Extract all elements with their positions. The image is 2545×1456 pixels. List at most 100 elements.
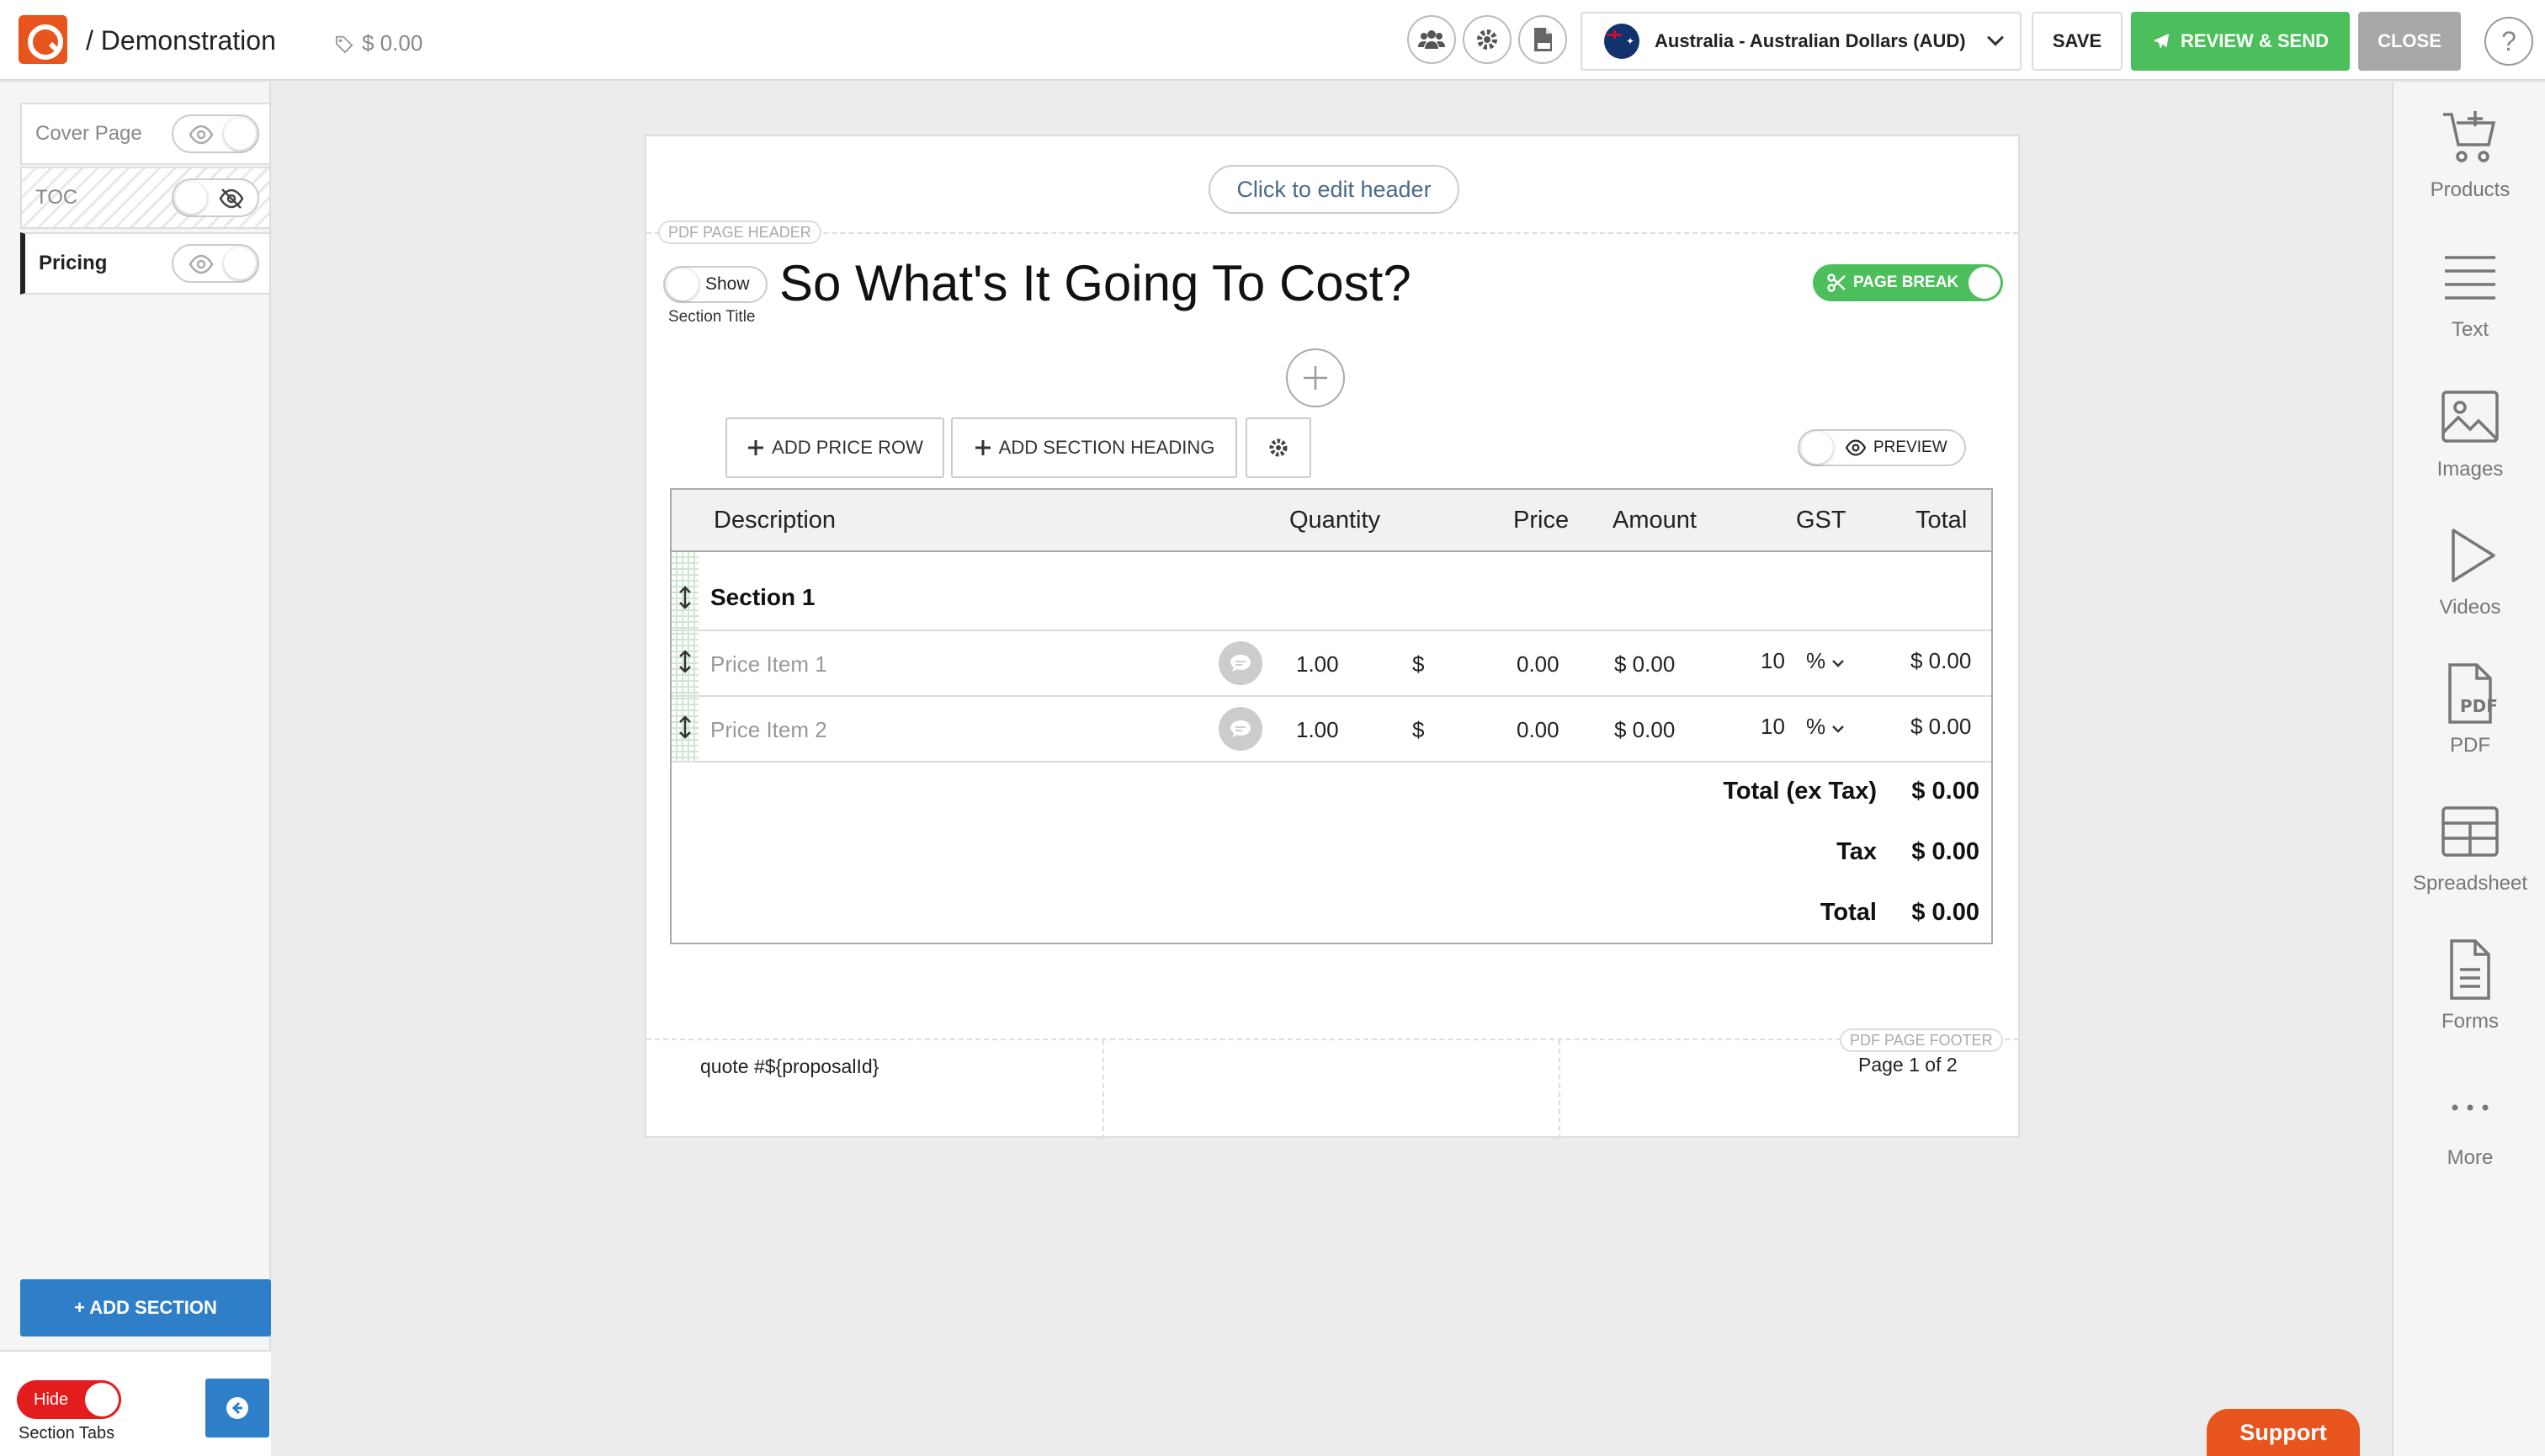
close-button[interactable]: CLOSE (2358, 12, 2461, 71)
tool-forms[interactable]: Forms (2394, 938, 2545, 1034)
tool-label: Forms (2441, 1010, 2499, 1033)
tool-pdf[interactable]: PDF PDF (2394, 662, 2545, 757)
pdf-export-button[interactable] (1518, 15, 1567, 64)
footer-column-divider (1559, 1040, 1560, 1140)
tool-text[interactable]: Text (2394, 246, 2545, 342)
table-row[interactable]: Price Item 1 1.00 $ 0.00 $ 0.00 10 % $ 0… (672, 631, 1991, 697)
gear-icon (1269, 438, 1288, 457)
tool-label: Spreadsheet (2412, 872, 2528, 895)
chevron-down-icon (1832, 660, 1845, 667)
item-price[interactable]: 0.00 (1517, 717, 1559, 743)
section-tabs-label: Section Tabs (19, 1424, 115, 1443)
section-tab-pricing[interactable]: Pricing (20, 232, 271, 295)
column-header-price: Price (1513, 507, 1570, 534)
add-price-row-label: ADD PRICE ROW (772, 437, 923, 458)
svg-text:PDF: PDF (2460, 696, 2498, 716)
preview-toggle[interactable]: PREVIEW (1798, 429, 1966, 466)
tool-videos[interactable]: Videos (2394, 523, 2545, 619)
add-section-button[interactable]: + ADD SECTION (20, 1279, 271, 1336)
item-description[interactable]: Price Item 1 (710, 651, 827, 678)
item-gst-rate[interactable]: 10 (1761, 714, 1785, 740)
section-tab-label: Cover Page (35, 122, 142, 145)
section-tabs-control: Hide Section Tabs (0, 1350, 271, 1456)
comment-button[interactable] (1219, 707, 1262, 751)
tool-images[interactable]: Images (2394, 385, 2545, 481)
tool-label: Text (2451, 318, 2489, 341)
item-amount: $ 0.00 (1614, 651, 1676, 677)
breadcrumb[interactable]: / Demonstration (86, 25, 276, 56)
header-divider (646, 232, 2018, 234)
page-break-toggle[interactable]: PAGE BREAK (1813, 264, 2003, 301)
support-button[interactable]: Support (2207, 1409, 2360, 1456)
section-heading[interactable]: So What's It Going To Cost? (779, 254, 1411, 312)
visibility-toggle[interactable] (172, 114, 259, 153)
pdf-file-icon: PDF (2448, 663, 2498, 724)
app-logo[interactable] (19, 15, 67, 64)
review-and-send-label: REVIEW & SEND (2180, 30, 2330, 51)
visibility-toggle[interactable] (172, 244, 259, 283)
add-section-heading-button[interactable]: ADD SECTION HEADING (951, 417, 1237, 478)
tool-label: Products (2430, 178, 2510, 201)
toggle-knob (224, 247, 256, 279)
currency-select[interactable]: Australia - Australian Dollars (AUD) (1581, 12, 2022, 71)
tool-more[interactable]: More (2394, 1074, 2545, 1170)
item-price[interactable]: 0.00 (1517, 651, 1559, 678)
chevron-down-icon (1987, 29, 2004, 46)
table-section-name[interactable]: Section 1 (710, 584, 815, 611)
drag-vertical-icon[interactable] (675, 650, 695, 673)
drag-vertical-icon[interactable] (675, 586, 695, 609)
toggle-knob (1801, 432, 1833, 464)
table-row[interactable]: Price Item 2 1.00 $ 0.00 $ 0.00 10 % $ 0… (672, 697, 1991, 763)
proposal-price: $ 0.00 (335, 30, 422, 56)
settings-button[interactable] (1463, 15, 1512, 64)
table-section-row[interactable]: Section 1 (672, 552, 1991, 631)
section-tab-cover-page[interactable]: Cover Page (20, 103, 271, 165)
tool-spreadsheet[interactable]: Spreadsheet (2394, 800, 2545, 895)
column-header-quantity: Quantity (1289, 507, 1380, 534)
add-block-button[interactable] (1286, 348, 1345, 407)
gst-unit-select[interactable]: % (1806, 714, 1845, 740)
chevron-down-icon (1832, 725, 1845, 733)
toggle-knob (224, 118, 256, 150)
eye-icon (189, 254, 214, 274)
table-settings-button[interactable] (1246, 417, 1311, 478)
tax-label: Tax (1836, 838, 1877, 865)
review-and-send-button[interactable]: REVIEW & SEND (2131, 12, 2350, 71)
plus-icon (975, 440, 991, 455)
australia-flag-icon (1604, 24, 1639, 59)
column-header-amount: Amount (1613, 507, 1697, 534)
item-quantity[interactable]: 1.00 (1296, 717, 1339, 743)
save-button[interactable]: SAVE (2032, 12, 2123, 71)
collaborators-button[interactable] (1407, 15, 1456, 64)
item-description[interactable]: Price Item 2 (710, 717, 827, 743)
column-header-total: Total (1915, 507, 1968, 534)
footer-quote-number: quote #${proposalId} (700, 1055, 879, 1077)
comment-button[interactable] (1219, 641, 1262, 685)
visibility-toggle[interactable] (172, 178, 259, 217)
section-tab-toc[interactable]: TOC (20, 167, 271, 229)
drag-vertical-icon[interactable] (675, 715, 695, 739)
play-icon (2452, 529, 2495, 582)
help-button[interactable]: ? (2484, 17, 2533, 66)
toggle-knob (85, 1383, 119, 1416)
footer-page-number: Page 1 of 2 (1858, 1054, 1958, 1076)
hide-section-tabs-toggle[interactable]: Hide (17, 1380, 121, 1419)
collapse-sidebar-button[interactable] (205, 1379, 269, 1437)
edit-header-button[interactable]: Click to edit header (1209, 165, 1459, 214)
item-quantity[interactable]: 1.00 (1296, 651, 1339, 678)
gst-unit-value: % (1806, 714, 1826, 739)
gear-icon (1477, 29, 1497, 50)
gst-unit-select[interactable]: % (1806, 648, 1845, 674)
toggle-knob (1969, 267, 2000, 299)
top-bar: / Demonstration $ 0.00 Australia - Austr… (0, 0, 2545, 81)
pricing-table: Description Quantity Price Amount GST To… (670, 488, 1993, 944)
item-price-symbol: $ (1412, 651, 1425, 677)
pdf-document-icon (1534, 28, 1552, 51)
item-gst-rate[interactable]: 10 (1761, 648, 1785, 674)
item-total: $ 0.00 (1910, 648, 1972, 673)
section-title-toggle[interactable]: Show (663, 266, 768, 303)
page-footer[interactable]: quote #${proposalId} Page 1 of 2 (646, 1040, 2018, 1140)
item-amount: $ 0.00 (1614, 717, 1676, 742)
tool-products[interactable]: Products (2394, 106, 2545, 202)
add-price-row-button[interactable]: ADD PRICE ROW (725, 417, 944, 478)
